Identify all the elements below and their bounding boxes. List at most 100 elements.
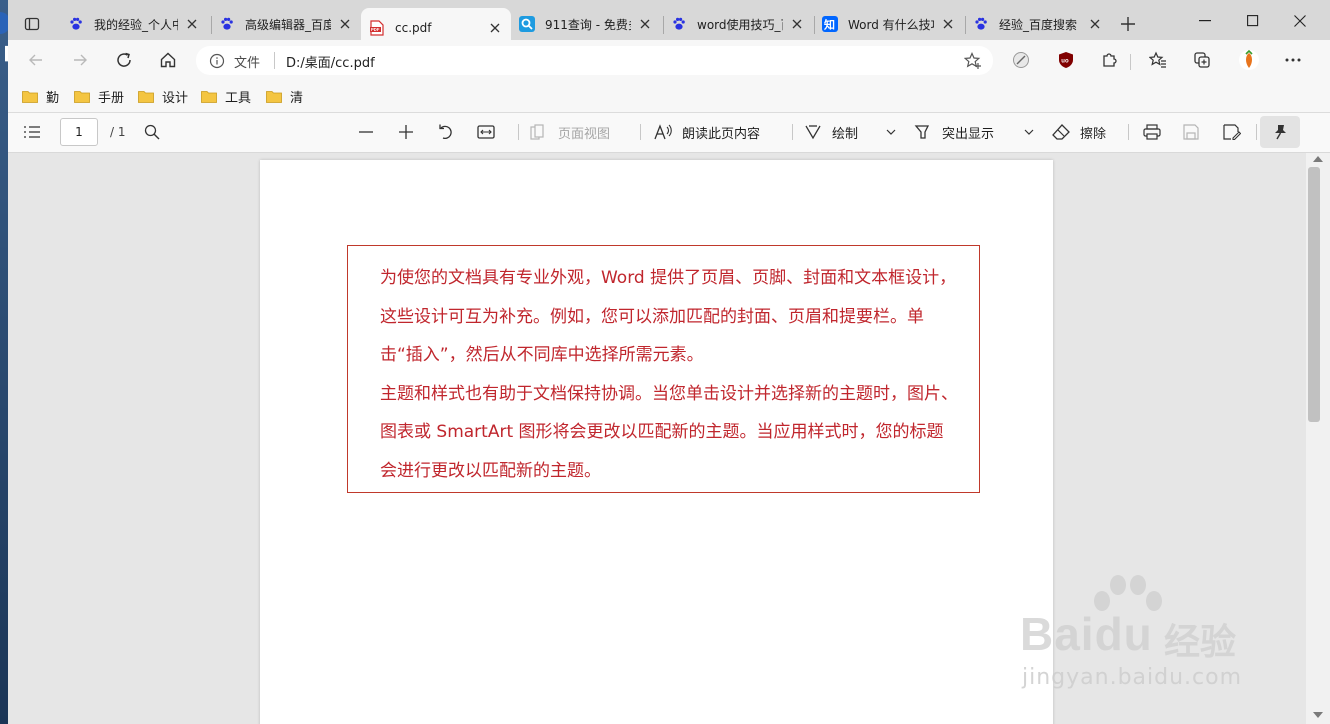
close-tab-icon[interactable] xyxy=(1087,16,1103,32)
security-label: 文件 xyxy=(234,56,261,71)
close-tab-icon[interactable] xyxy=(184,16,200,32)
erase-button[interactable]: 擦除 xyxy=(1052,121,1106,143)
home-icon[interactable] xyxy=(155,48,181,72)
bookmark-folder[interactable]: 工具 xyxy=(201,86,251,106)
page-view-button[interactable]: 页面视图 xyxy=(530,121,610,143)
tab-baidu-search[interactable]: 经验_百度搜索 xyxy=(965,8,1111,40)
highlight-options-chevron-down-icon[interactable] xyxy=(1024,121,1034,143)
browser-window: 我的经验_个人中心 高级编辑器_百度经验 PDF cc.pdf 911查询 - … xyxy=(8,0,1330,724)
close-tab-icon[interactable] xyxy=(487,20,503,36)
close-tab-icon[interactable] xyxy=(337,16,353,32)
document-paragraph: 主题和样式也有助于文档保持协调。当您单击设计并选择新的主题时，图片、图表或 Sm… xyxy=(380,383,958,481)
tab-title: cc.pdf xyxy=(395,21,432,35)
toolbar-divider xyxy=(1128,124,1129,140)
favorites-icon[interactable] xyxy=(1147,49,1169,71)
url-text[interactable]: D:/桌面/cc.pdf xyxy=(286,52,375,71)
911-icon xyxy=(519,16,535,32)
highlight-label: 突出显示 xyxy=(942,126,995,142)
bookmarks-bar: 勤 手册 设计 工具 清 xyxy=(8,80,1330,113)
page-count: / 1 xyxy=(110,125,126,139)
navigation-bar: 文件 D:/桌面/cc.pdf uo xyxy=(8,40,1330,80)
table-of-contents-icon[interactable] xyxy=(23,121,41,143)
erase-label: 擦除 xyxy=(1080,126,1107,142)
search-icon[interactable] xyxy=(144,121,160,143)
document-paragraph: 为使您的文档具有专业外观，Word 提供了页眉、页脚、封面和文本框设计，这些设计… xyxy=(380,268,957,365)
info-icon[interactable] xyxy=(208,52,226,70)
bookmark-folder[interactable]: 勤 xyxy=(22,86,59,106)
tab-title: 经验_百度搜索 xyxy=(999,17,1078,32)
extensions-puzzle-icon[interactable] xyxy=(1098,49,1120,71)
baidu-paw-icon xyxy=(671,16,687,32)
page-number-input[interactable]: 1 xyxy=(60,118,98,146)
tab-911-query[interactable]: 911查询 - 免费多功能查询 xyxy=(511,8,661,40)
back-icon[interactable] xyxy=(23,48,49,72)
bookmark-label: 清 xyxy=(290,90,304,106)
close-window-icon[interactable] xyxy=(1280,8,1320,34)
bookmark-folder[interactable]: 设计 xyxy=(138,86,188,106)
highlight-button[interactable]: 突出显示 xyxy=(914,121,994,143)
maximize-icon[interactable] xyxy=(1233,8,1273,34)
profile-avatar-icon[interactable] xyxy=(1238,49,1260,71)
close-tab-icon[interactable] xyxy=(940,16,956,32)
tab-title: Word 有什么技巧 xyxy=(848,17,934,32)
tab-advanced-editor[interactable]: 高级编辑器_百度经验 xyxy=(211,8,361,40)
save-as-icon[interactable] xyxy=(1223,121,1241,143)
tab-title: word使用技巧_百度经验 xyxy=(697,17,783,32)
page-view-icon xyxy=(530,124,544,140)
save-icon[interactable] xyxy=(1183,121,1199,143)
read-aloud-button[interactable]: 朗读此页内容 xyxy=(654,121,760,143)
ublock-shield-icon[interactable]: uo xyxy=(1055,49,1077,71)
baidu-paw-icon xyxy=(68,16,84,32)
draw-button[interactable]: 绘制 xyxy=(804,121,858,143)
scroll-up-arrow-icon[interactable] xyxy=(1313,156,1323,162)
toolbar-divider xyxy=(1256,124,1257,140)
zoom-in-icon[interactable] xyxy=(398,121,414,143)
tab-zhihu-word[interactable]: 知 Word 有什么技巧 xyxy=(814,8,964,40)
zhihu-icon: 知 xyxy=(822,16,838,32)
refresh-icon[interactable] xyxy=(111,48,137,72)
more-menu-icon[interactable] xyxy=(1282,49,1304,71)
tab-my-experience[interactable]: 我的经验_个人中心 xyxy=(60,8,208,40)
draw-options-chevron-down-icon[interactable] xyxy=(886,121,896,143)
bookmark-folder[interactable]: 清 xyxy=(266,86,303,106)
zoom-out-icon[interactable] xyxy=(358,121,374,143)
bookmark-label: 勤 xyxy=(46,90,60,106)
toolbar-divider xyxy=(518,124,519,140)
bookmark-label: 手册 xyxy=(98,90,125,106)
folder-icon xyxy=(74,90,90,103)
tab-title: 911查询 - 免费多功能查询 xyxy=(545,17,631,32)
tab-title: 我的经验_个人中心 xyxy=(94,17,178,32)
pdf-viewer: 为使您的文档具有专业外观，Word 提供了页眉、页脚、封面和文本框设计，这些设计… xyxy=(8,153,1306,724)
tab-title: 高级编辑器_百度经验 xyxy=(245,17,331,32)
svg-text:PDF: PDF xyxy=(371,27,380,32)
scroll-down-arrow-icon[interactable] xyxy=(1313,712,1323,718)
new-tab-icon[interactable] xyxy=(1118,14,1138,34)
eraser-icon xyxy=(1052,124,1070,140)
print-icon[interactable] xyxy=(1143,121,1161,143)
close-tab-icon[interactable] xyxy=(789,16,805,32)
pdf-page: 为使您的文档具有专业外观，Word 提供了页眉、页脚、封面和文本框设计，这些设计… xyxy=(260,160,1053,724)
forward-icon[interactable] xyxy=(67,48,93,72)
collections-icon[interactable] xyxy=(1191,49,1213,71)
folder-icon xyxy=(201,90,217,103)
minimize-icon[interactable] xyxy=(1185,8,1225,34)
address-bar[interactable]: 文件 D:/桌面/cc.pdf xyxy=(196,46,993,75)
tab-word-tips[interactable]: word使用技巧_百度经验 xyxy=(663,8,813,40)
close-tab-icon[interactable] xyxy=(637,16,653,32)
pdf-icon: PDF xyxy=(369,20,385,36)
pin-toolbar-icon[interactable] xyxy=(1260,116,1300,148)
document-text-box: 为使您的文档具有专业外观，Word 提供了页眉、页脚、封面和文本框设计，这些设计… xyxy=(347,245,980,493)
fit-to-width-icon[interactable] xyxy=(477,121,495,143)
tab-actions-icon[interactable] xyxy=(22,14,42,34)
add-favorite-icon[interactable] xyxy=(963,51,983,71)
scroll-thumb[interactable] xyxy=(1308,167,1320,422)
extension-feather-icon[interactable] xyxy=(1010,49,1032,71)
draw-pen-icon xyxy=(805,125,821,140)
vertical-scrollbar[interactable] xyxy=(1306,153,1330,724)
folder-icon xyxy=(266,90,282,103)
toolbar-divider xyxy=(792,124,793,140)
rotate-icon[interactable] xyxy=(437,121,455,143)
svg-text:uo: uo xyxy=(1061,59,1069,65)
bookmark-folder[interactable]: 手册 xyxy=(74,86,124,106)
folder-icon xyxy=(138,90,154,103)
